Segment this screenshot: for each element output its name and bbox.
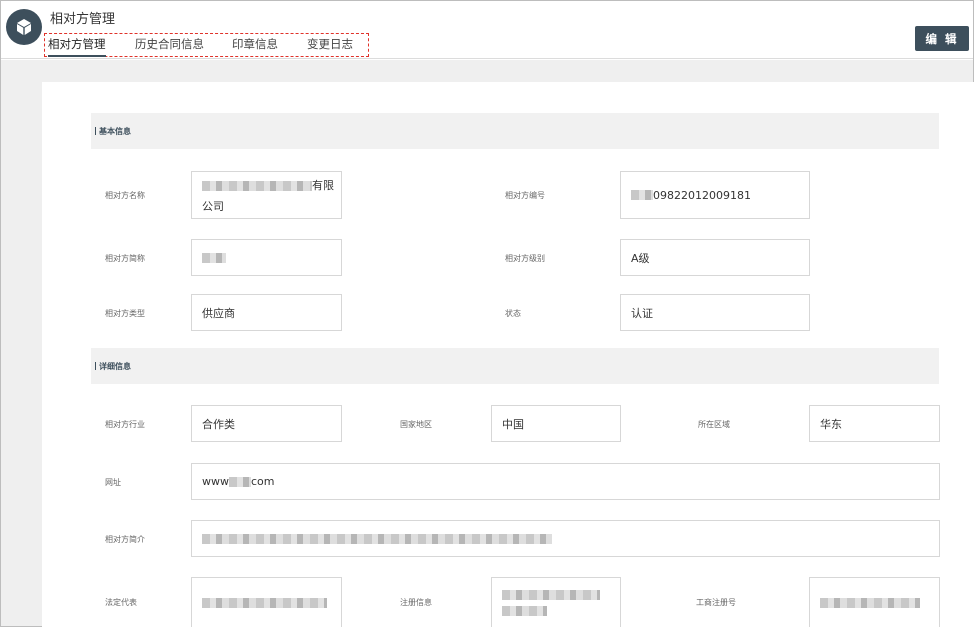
website-label: 网址 [105,478,121,487]
level-label: 相对方级别 [505,254,545,263]
region-field[interactable]: 华东 [809,405,940,442]
name-field[interactable]: 有限 公司 [191,171,342,219]
short-name-field[interactable] [191,239,342,276]
tab-change-log[interactable]: 变更日志 [307,36,353,52]
section-basic-info: 基本信息 [91,113,939,149]
edit-button[interactable]: 编 辑 [915,26,969,51]
type-label: 相对方类型 [105,309,145,318]
section-marker [95,127,96,135]
section-title: 详细信息 [99,361,131,371]
name-line-2: 公司 [202,199,224,213]
intro-label: 相对方简介 [105,535,145,544]
redacted-text [502,605,547,616]
code-value: 09822012009181 [653,188,751,202]
legal-rep-label: 法定代表 [105,598,137,607]
redacted-text [631,190,653,200]
section-detail-info: 详细信息 [91,348,939,384]
section-marker [95,362,96,370]
status-label: 状态 [505,309,521,318]
section-title: 基本信息 [99,126,131,136]
tab-contract-history[interactable]: 历史合同信息 [135,36,204,52]
tab-seal-info[interactable]: 印章信息 [232,36,278,52]
website-prefix: www [202,475,229,488]
page-title: 相对方管理 [50,12,116,27]
intro-field[interactable] [191,520,940,557]
country-label: 国家地区 [400,420,432,429]
redacted-text [202,597,327,608]
redacted-text [229,476,251,487]
website-field[interactable]: www com [191,463,940,500]
redacted-text [202,533,552,544]
registration-field[interactable] [491,577,621,627]
name-suffix: 有限 [312,178,334,192]
name-line-1: 有限 [202,177,334,193]
region-label: 所在区域 [698,420,730,429]
website-suffix: com [251,475,275,488]
type-field[interactable]: 供应商 [191,294,342,331]
redacted-text [202,180,312,191]
name-label: 相对方名称 [105,191,145,200]
country-field[interactable]: 中国 [491,405,621,442]
legal-rep-field[interactable] [191,577,342,627]
registration-label: 注册信息 [400,598,432,607]
business-reg-no-field[interactable] [809,577,940,627]
redacted-text [502,589,600,600]
redacted-text [820,597,920,608]
tab-counterparty-management[interactable]: 相对方管理 [48,36,106,57]
code-label: 相对方编号 [505,191,545,200]
short-name-label: 相对方简称 [105,254,145,263]
status-field[interactable]: 认证 [620,294,810,331]
industry-label: 相对方行业 [105,420,145,429]
cube-icon [6,9,42,45]
business-reg-no-label: 工商注册号 [696,598,736,607]
redacted-text [202,252,226,263]
level-field[interactable]: A级 [620,239,810,276]
industry-field[interactable]: 合作类 [191,405,342,442]
code-field[interactable]: 09822012009181 [620,171,810,219]
